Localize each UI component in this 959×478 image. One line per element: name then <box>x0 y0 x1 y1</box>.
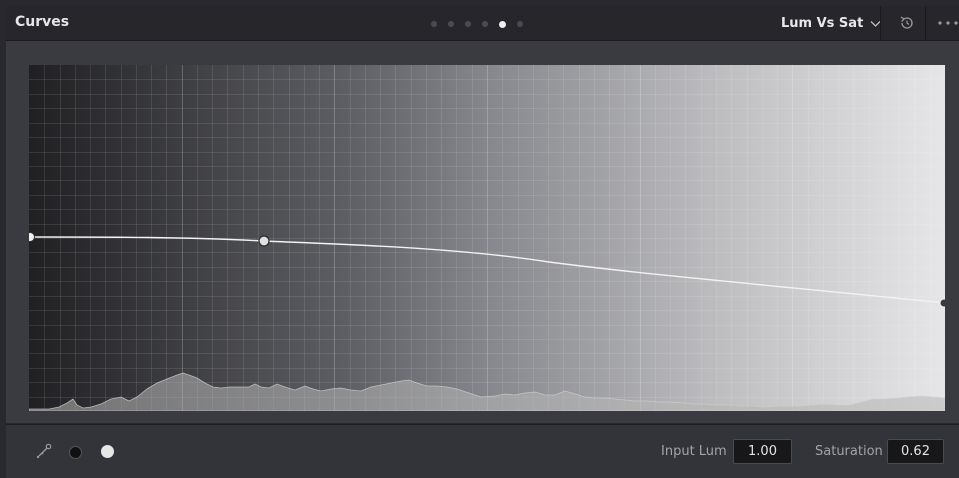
page-dot[interactable] <box>431 21 437 27</box>
black-point-dot[interactable] <box>69 446 82 459</box>
curve-mode-dropdown[interactable]: Lum Vs Sat <box>781 12 882 34</box>
page-dot-active[interactable] <box>499 20 506 28</box>
header-divider <box>925 6 926 40</box>
input-lum-field[interactable]: 1.00 <box>733 439 792 464</box>
page-dot[interactable] <box>448 21 454 27</box>
curve-control-point-selected[interactable] <box>258 235 270 247</box>
panel-header: Curves Lum Vs Sat <box>6 6 959 41</box>
curves-panel: Curves Lum Vs Sat Input Lum 1.00 Saturat… <box>0 0 959 478</box>
panel-title: Curves <box>15 14 70 30</box>
page-dot[interactable] <box>517 21 523 27</box>
saturation-label: Saturation <box>815 444 883 459</box>
curve-graph[interactable] <box>29 65 945 411</box>
eyedropper-icon[interactable] <box>34 441 54 461</box>
curve-control-point[interactable] <box>939 298 945 308</box>
page-dot[interactable] <box>482 21 488 27</box>
curve-control-point[interactable] <box>29 232 35 242</box>
page-indicator <box>431 20 523 28</box>
curves-footer: Input Lum 1.00 Saturation 0.62 <box>6 424 959 478</box>
curve-mode-label: Lum Vs Sat <box>781 15 864 31</box>
input-lum-label: Input Lum <box>661 444 727 459</box>
reset-icon[interactable] <box>897 13 917 33</box>
saturation-field[interactable]: 0.62 <box>887 439 944 464</box>
more-icon[interactable] <box>937 20 959 26</box>
white-point-dot[interactable] <box>101 445 114 458</box>
header-divider <box>880 6 881 40</box>
page-dot[interactable] <box>465 21 471 27</box>
